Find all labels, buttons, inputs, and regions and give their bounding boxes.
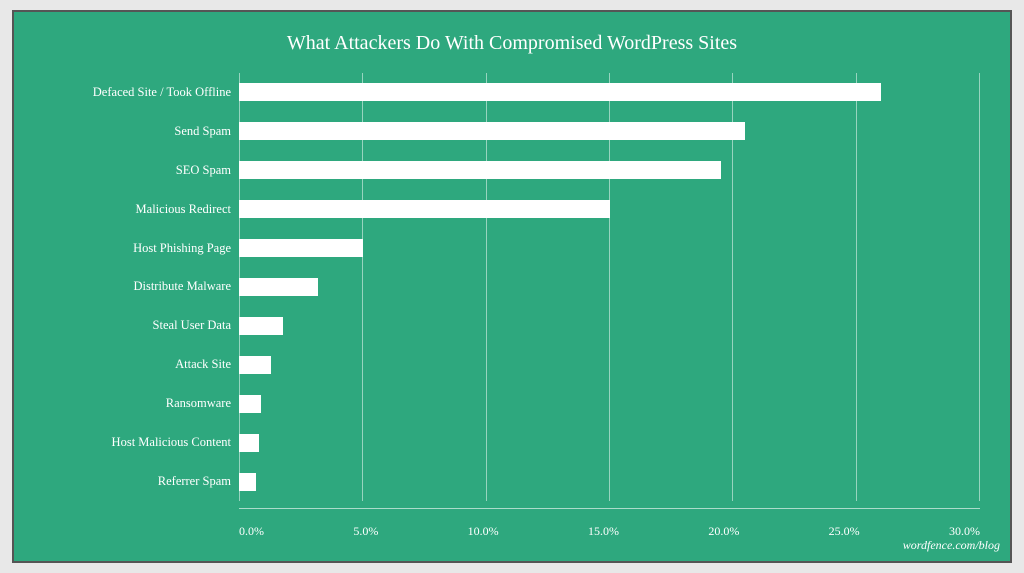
y-label: Referrer Spam xyxy=(44,474,231,489)
bar-row xyxy=(239,312,980,340)
x-axis: 0.0% 5.0% 10.0% 15.0% 20.0% 25.0% 30.0% xyxy=(239,524,980,539)
bar-row xyxy=(239,156,980,184)
bar xyxy=(239,278,318,296)
y-label: Ransomware xyxy=(44,396,231,411)
bar xyxy=(239,200,610,218)
watermark: wordfence.com/blog xyxy=(903,538,1000,553)
y-label: Steal User Data xyxy=(44,318,231,333)
x-axis-label: 10.0% xyxy=(468,524,499,539)
y-label: Defaced Site / Took Offline xyxy=(44,85,231,100)
y-label: Distribute Malware xyxy=(44,279,231,294)
y-label: Host Malicious Content xyxy=(44,435,231,450)
bar xyxy=(239,434,259,452)
bar xyxy=(239,473,256,491)
bar xyxy=(239,317,283,335)
bar-row xyxy=(239,273,980,301)
bar-row xyxy=(239,351,980,379)
bar xyxy=(239,83,881,101)
x-axis-label: 15.0% xyxy=(588,524,619,539)
bar-row xyxy=(239,468,980,496)
bar-row xyxy=(239,117,980,145)
y-label: Attack Site xyxy=(44,357,231,372)
x-axis-line xyxy=(239,508,980,509)
bar xyxy=(239,395,261,413)
x-axis-label: 20.0% xyxy=(708,524,739,539)
y-labels: Defaced Site / Took Offline Send Spam SEO … xyxy=(44,73,239,501)
x-axis-label: 25.0% xyxy=(829,524,860,539)
bars-area: 0.0%5.0%10.0%15.0%20.0%25.0%30.0% xyxy=(239,73,980,501)
bar xyxy=(239,161,721,179)
chart-title: What Attackers Do With Compromised WordP… xyxy=(44,32,980,55)
bar-row xyxy=(239,429,980,457)
bar-row xyxy=(239,78,980,106)
bar xyxy=(239,239,363,257)
bar-row xyxy=(239,234,980,262)
x-axis-label: 0.0% xyxy=(239,524,264,539)
y-label: Send Spam xyxy=(44,124,231,139)
bar xyxy=(239,122,745,140)
bar-row xyxy=(239,195,980,223)
bar xyxy=(239,356,271,374)
bar-row xyxy=(239,390,980,418)
chart-container: What Attackers Do With Compromised WordP… xyxy=(12,10,1012,563)
y-label: Host Phishing Page xyxy=(44,241,231,256)
y-label: Malicious Redirect xyxy=(44,202,231,217)
x-axis-label: 30.0% xyxy=(949,524,980,539)
x-axis-label: 5.0% xyxy=(353,524,378,539)
y-label: SEO Spam xyxy=(44,163,231,178)
chart-body: Defaced Site / Took Offline Send Spam SEO … xyxy=(44,73,980,501)
